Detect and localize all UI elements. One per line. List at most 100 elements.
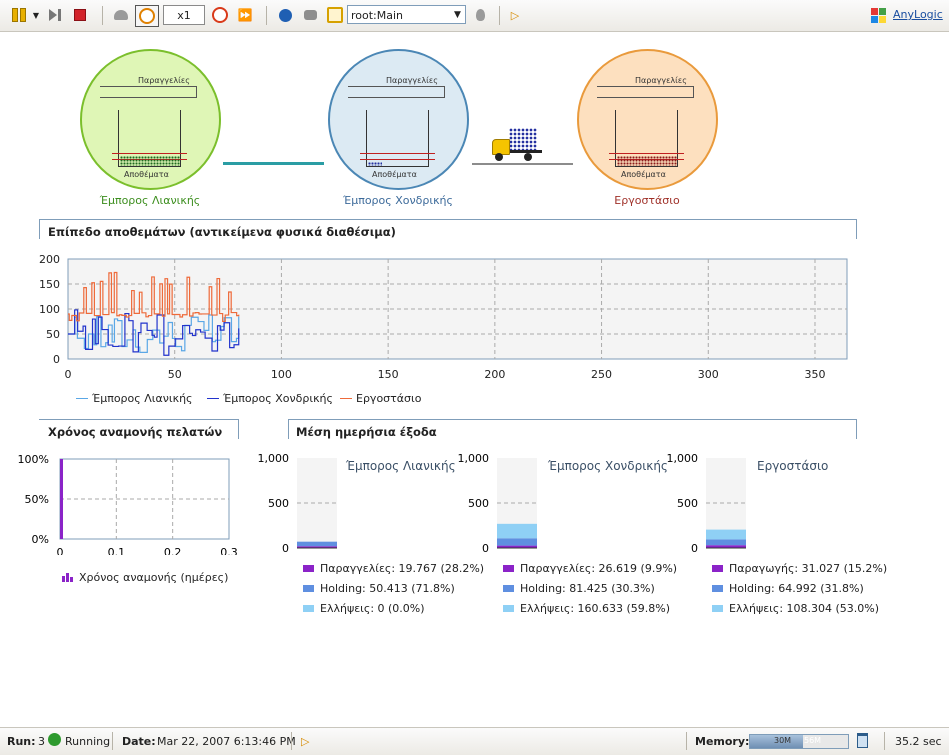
wait-chart-legend-label: Χρόνος αναμονής (ημέρες) [79,571,229,584]
legend-swatch [712,605,723,612]
warehouse-wall [366,110,367,166]
y-tick-label: 0 [482,542,489,555]
running-icon [48,733,61,746]
legend-label: Έμπορος Λιανικής [92,392,193,405]
agent-circle [80,49,221,190]
legend-item: Holding: 50.413 (71.8%) [303,582,455,595]
orders-label: Παραγγελίες [635,76,687,85]
home-icon [327,7,343,23]
anylogic-logo-icon [870,7,886,23]
panel-border [288,419,289,439]
legend-item: Holding: 81.425 (30.3%) [503,582,655,595]
memory-total: 56M [804,736,822,745]
warehouse-floor [615,166,678,167]
separator [686,732,687,750]
inventory-chart: 200 150 100 50 00 50 100 150 200 250 300 350 [39,253,848,381]
navigate-icon [278,8,292,22]
separator [884,732,885,750]
realtime-toggle[interactable] [135,5,159,27]
console-button[interactable]: ▷ [506,5,524,25]
warehouse-wall [118,110,119,166]
stacked-bar-segment [497,538,537,546]
x-tick-label: 0 [65,368,72,381]
truck-icon [492,128,544,162]
view-selector-value: root:Main [351,9,404,22]
stop-button[interactable] [70,5,90,25]
legend-item: Εργοστάσιο [340,392,421,405]
panel-border [39,219,40,239]
y-tick-label: 0 [53,353,60,366]
speed-value: x1 [177,8,191,22]
wait-chart-legend: Χρόνος αναμονής (ημέρες) [62,571,228,584]
step-button[interactable] [44,5,66,25]
orders-queue [100,86,197,98]
x-tick-label: 300 [698,368,719,381]
toolbar: ▼ x1 ⏩ root:Main ▼ ▷ AnyLogic [0,0,949,32]
pause-button[interactable] [8,5,30,25]
anylogic-logo [869,5,887,25]
x-tick-label: 250 [591,368,612,381]
legend-swatch [712,565,723,572]
legend-item: Έμπορος Λιανικής [76,392,193,405]
view-selector[interactable]: root:Main ▼ [347,5,466,24]
x-tick-label: 100 [271,368,292,381]
stock-threshold [112,153,187,154]
speed-up-button[interactable] [209,5,231,25]
anylogic-link[interactable]: AnyLogic [893,8,943,21]
trash-button[interactable] [857,733,868,751]
run-value: 3 [38,735,45,748]
legend-label: Holding: 64.992 (31.8%) [729,582,864,595]
panel-border [856,219,857,239]
legend-swatch [76,397,88,400]
x-tick-label: 150 [378,368,399,381]
legend-swatch [303,605,314,612]
panel-border [288,419,857,420]
legend-label: Εργοστάσιο [356,392,422,405]
orders-queue [597,86,694,98]
stock-items [617,156,677,166]
run-menu-dropdown[interactable]: ▼ [30,5,42,25]
console-icon[interactable]: ▷ [301,735,309,748]
legend-label: Holding: 81.425 (30.3%) [520,582,655,595]
legend-swatch [503,605,514,612]
legend-label: Παραγωγής: 31.027 (15.2%) [729,562,888,575]
agent-name: Εργοστάσιο [614,194,680,207]
home-view-button[interactable] [324,5,346,25]
legend-item: Ελλήψεις: 108.304 (53.0%) [712,602,879,615]
wait-time-chart: 100% 50% 0% 0 0.1 0.2 0.3 [18,453,238,555]
run-to-time-button[interactable]: ⏩ [234,5,256,25]
navigate-button[interactable] [274,5,296,25]
pin-view-button[interactable] [471,5,489,25]
legend-item: Έμπορος Χονδρικής [207,392,333,405]
slow-down-button[interactable] [110,5,132,25]
output-bar-chart: 1,000 500 0 [458,452,537,555]
x-tick-label: 200 [484,368,505,381]
y-tick-label: 1,000 [258,452,290,465]
panel-border [39,219,857,220]
legend-swatch [340,397,352,400]
legend-swatch [503,565,514,572]
legend-swatch [503,585,514,592]
stock-threshold [609,153,684,154]
clock-icon [139,8,155,24]
camera-button[interactable] [299,5,321,25]
y-tick-label: 500 [468,497,489,510]
trash-icon [857,733,868,748]
y-tick-label: 150 [39,278,60,291]
status-bar: Run: 3 Running Date: Mar 22, 2007 6:13:4… [0,727,949,755]
stock-label: Αποθέματα [372,170,417,179]
stacked-bar-segment [706,529,746,540]
y-tick-label: 100% [18,453,49,466]
y-tick-label: 50 [46,328,60,341]
legend-item: Παραγωγής: 31.027 (15.2%) [712,562,887,575]
agent-circle [328,49,469,190]
stock-items [368,162,382,166]
panel-border [238,419,239,439]
chevron-down-icon: ▼ [454,10,461,20]
legend-item: Παραγγελίες: 19.767 (28.2%) [303,562,484,575]
play-arrow-icon: ▷ [510,8,520,22]
output-chart-name: Έμπορος Χονδρικής [548,459,668,473]
y-tick-label: 500 [268,497,289,510]
warehouse-wall [615,110,616,166]
output-chart-title: Μέση ημερήσια έξοδα [296,425,437,439]
